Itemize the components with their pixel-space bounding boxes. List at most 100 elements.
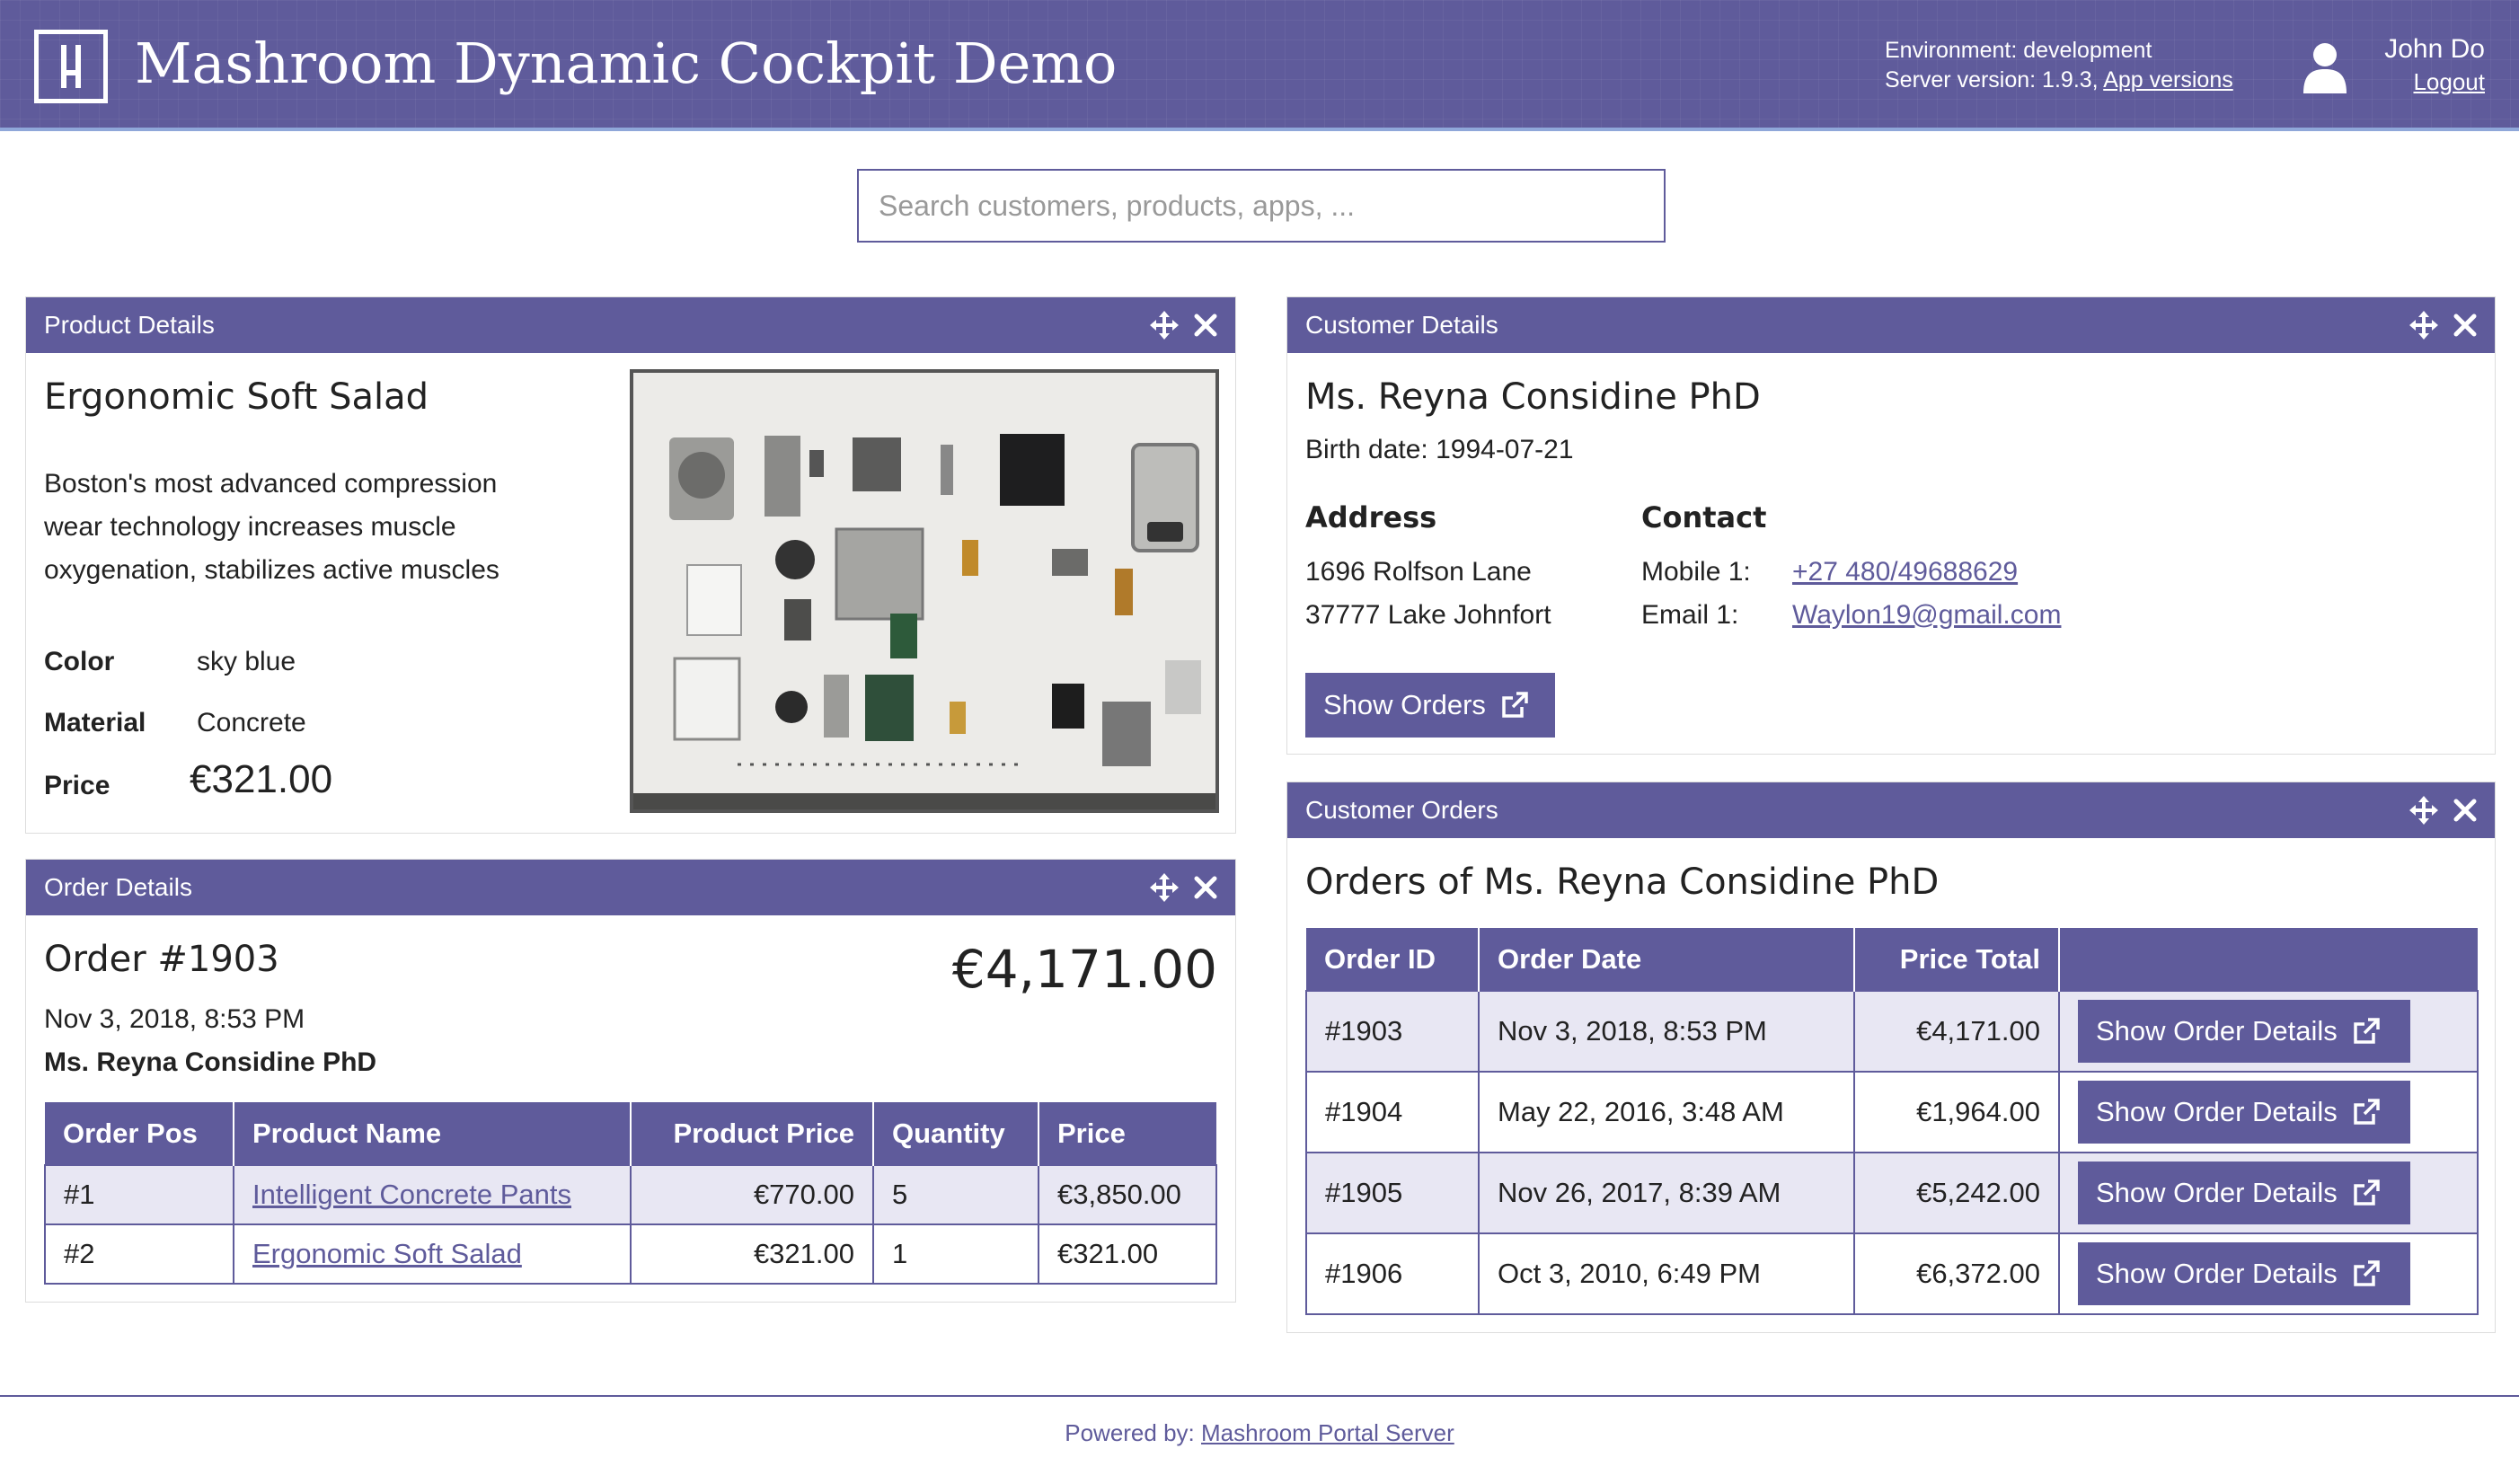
show-order-details-button[interactable]: Show Order Details: [2078, 1000, 2410, 1063]
customer-orders-header[interactable]: Customer Orders: [1287, 782, 2495, 838]
button-label: Show Order Details: [2096, 1258, 2338, 1289]
action-cell: Show Order Details: [2058, 1071, 2479, 1153]
environment-info: Environment: development Server version:…: [1885, 36, 2233, 95]
app-title: Mashroom Dynamic Cockpit Demo: [135, 31, 1118, 96]
customer-details-header[interactable]: Customer Details: [1287, 297, 2495, 353]
description-line: Boston's most advanced compression: [44, 469, 498, 499]
button-label: Show Order Details: [2096, 1015, 2338, 1047]
order-details-header[interactable]: Order Details: [26, 860, 1235, 915]
search-input[interactable]: [857, 169, 1666, 243]
app-header: Mashroom Dynamic Cockpit Demo Environmen…: [0, 0, 2519, 131]
product-link[interactable]: Intelligent Concrete Pants: [252, 1179, 571, 1210]
email-label: Email 1:: [1641, 600, 1739, 630]
material-label: Material: [44, 708, 146, 738]
move-icon[interactable]: [2409, 310, 2439, 340]
show-order-details-button[interactable]: Show Order Details: [2078, 1242, 2410, 1305]
button-label: Show Order Details: [2096, 1096, 2338, 1127]
order-date-cell: May 22, 2016, 3:48 AM: [1478, 1071, 1855, 1153]
server-version: Server version: 1.9.3,: [1885, 67, 2099, 93]
app-versions-link[interactable]: App versions: [2103, 67, 2233, 93]
close-icon[interactable]: [1190, 310, 1221, 340]
action-cell: Show Order Details: [2058, 1152, 2479, 1234]
price-value: €321.00: [190, 757, 333, 801]
move-icon[interactable]: [2409, 795, 2439, 826]
external-link-icon: [2354, 1018, 2380, 1044]
column-header: Price: [1039, 1102, 1216, 1165]
mashroom-logo[interactable]: [34, 30, 108, 103]
user-name: John Do: [2384, 34, 2485, 64]
color-value: sky blue: [197, 647, 296, 676]
close-icon[interactable]: [1190, 872, 1221, 903]
customer-name: Ms. Reyna Considine PhD: [1305, 376, 1761, 418]
order-details-panel: Order Details Order #1903 €4,171.00 Nov …: [25, 859, 1236, 1303]
show-order-details-button[interactable]: Show Order Details: [2078, 1162, 2410, 1224]
order-id-cell: #1905: [1305, 1152, 1480, 1234]
mashroom-portal-link[interactable]: Mashroom Portal Server: [1201, 1419, 1454, 1446]
order-total-cell: €5,242.00: [1853, 1152, 2060, 1234]
mobile-link[interactable]: +27 480/49688629: [1792, 551, 2018, 594]
birth-date: Birth date: 1994-07-21: [1305, 435, 1574, 464]
column-header: Product Price: [631, 1102, 874, 1165]
column-header: Quantity: [873, 1102, 1039, 1165]
product-description: Boston's most advanced compression wear …: [44, 463, 499, 592]
order-date: Nov 3, 2018, 8:53 PM: [44, 1004, 305, 1034]
external-link-icon: [2354, 1260, 2380, 1286]
order-customer: Ms. Reyna Considine PhD: [44, 1047, 377, 1077]
address-title: Address: [1305, 500, 1437, 534]
material-value: Concrete: [197, 708, 306, 738]
external-link-icon: [2354, 1099, 2380, 1125]
price-cell: €321.00: [1038, 1223, 1217, 1285]
mobile-label: Mobile 1:: [1641, 557, 1751, 587]
order-number: Order #1903: [44, 939, 279, 980]
table-row: #2 Ergonomic Soft Salad €321.00 1 €321.0…: [44, 1223, 1217, 1285]
price-cell: €3,850.00: [1038, 1164, 1217, 1225]
description-line: wear technology increases muscle: [44, 512, 456, 542]
logout-link[interactable]: Logout: [2336, 68, 2485, 96]
address-line: 37777 Lake Johnfort: [1305, 600, 1551, 630]
product-price-cell: €770.00: [630, 1164, 874, 1225]
footer: Powered by: Mashroom Portal Server: [0, 1419, 2519, 1447]
pos-cell: #1: [44, 1164, 234, 1225]
column-header: Product Name: [234, 1102, 632, 1165]
product-link[interactable]: Ergonomic Soft Salad: [252, 1238, 522, 1269]
show-orders-button[interactable]: Show Orders: [1305, 673, 1555, 738]
column-header: Order ID: [1306, 928, 1480, 991]
order-date-cell: Oct 3, 2010, 6:49 PM: [1478, 1232, 1855, 1315]
order-date-cell: Nov 3, 2018, 8:53 PM: [1478, 990, 1855, 1073]
product-image: [630, 369, 1219, 813]
move-icon[interactable]: [1149, 872, 1180, 903]
quantity-cell: 1: [872, 1223, 1039, 1285]
orders-heading: Orders of Ms. Reyna Considine PhD: [1305, 861, 1940, 903]
order-date-cell: Nov 26, 2017, 8:39 AM: [1478, 1152, 1855, 1234]
price-label: Price: [44, 771, 110, 800]
order-total-cell: €6,372.00: [1853, 1232, 2060, 1315]
table-row: #1905 Nov 26, 2017, 8:39 AM €5,242.00 Sh…: [1305, 1152, 2479, 1234]
table-header-row: Order ID Order Date Price Total: [1306, 928, 2478, 991]
address-line: 1696 Rolfson Lane: [1305, 557, 1532, 587]
close-icon[interactable]: [2450, 795, 2480, 826]
product-details-panel: Product Details Ergonomic Soft Salad Bos…: [25, 296, 1236, 834]
customer-orders-table: Order ID Order Date Price Total #1903 No…: [1305, 928, 2479, 1315]
action-cell: Show Order Details: [2058, 990, 2479, 1073]
column-header: Order Date: [1479, 928, 1855, 991]
show-order-details-button[interactable]: Show Order Details: [2078, 1081, 2410, 1144]
product-details-header[interactable]: Product Details: [26, 297, 1235, 353]
customer-orders-panel: Customer Orders Orders of Ms. Reyna Cons…: [1286, 782, 2496, 1333]
product-name: Ergonomic Soft Salad: [44, 376, 429, 418]
external-link-icon: [1502, 692, 1528, 718]
action-cell: Show Order Details: [2058, 1232, 2479, 1315]
panel-title: Product Details: [44, 311, 215, 339]
panel-title: Order Details: [44, 873, 192, 901]
customer-details-panel: Customer Details Ms. Reyna Considine PhD…: [1286, 296, 2496, 755]
button-label: Show Orders: [1323, 689, 1486, 720]
close-icon[interactable]: [2450, 310, 2480, 340]
order-total-cell: €4,171.00: [1853, 990, 2060, 1073]
column-header: Price Total: [1854, 928, 2060, 991]
table-row: #1906 Oct 3, 2010, 6:49 PM €6,372.00 Sho…: [1305, 1232, 2479, 1315]
move-icon[interactable]: [1149, 310, 1180, 340]
column-header: [2059, 928, 2478, 991]
panel-title: Customer Details: [1305, 311, 1498, 339]
email-link[interactable]: Waylon19@gmail.com: [1792, 594, 2061, 637]
button-label: Show Order Details: [2096, 1177, 2338, 1208]
panel-title: Customer Orders: [1305, 796, 1498, 824]
